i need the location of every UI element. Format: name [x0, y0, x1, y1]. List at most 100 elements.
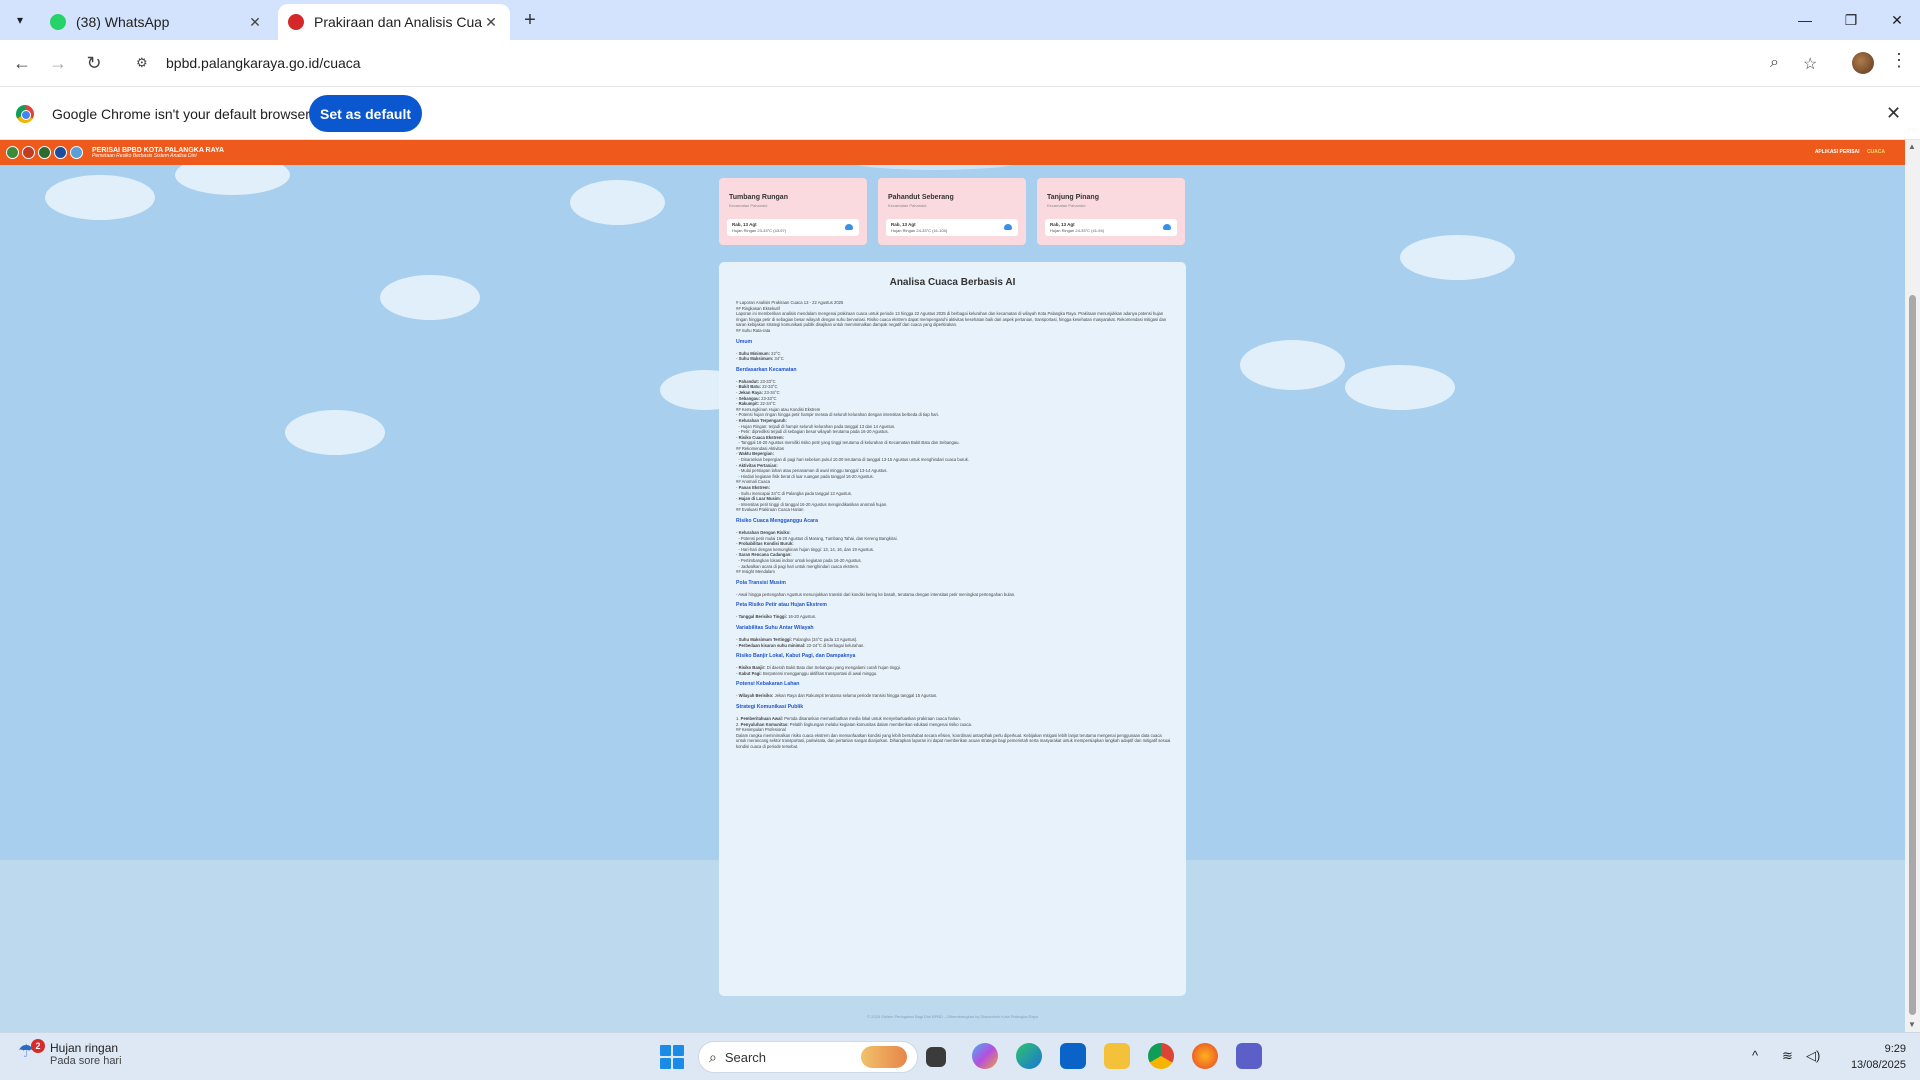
nav-aplikasi-perisai[interactable]: APLIKASI PERISAI — [1815, 149, 1860, 155]
analysis-heading: Variabilitas Suhu Antar Wilayah — [736, 624, 814, 631]
set-as-default-button[interactable]: Set as default — [309, 95, 422, 132]
list-item-text: 23-33°C — [759, 378, 776, 384]
list-item-text: Potensi petir mulai 16-20 Agustus di Mar… — [740, 535, 898, 541]
page-scrollbar[interactable]: ▲ ▼ — [1905, 140, 1920, 1032]
logo-icon — [38, 146, 51, 159]
restore-button[interactable]: ❐ — [1828, 0, 1874, 40]
analysis-paragraph: ## Suhu Rata-rata — [736, 327, 771, 333]
list-item-text: 34°C — [773, 356, 784, 362]
reload-button[interactable]: ↻ — [82, 51, 106, 75]
wifi-icon[interactable]: ≋ — [1782, 1048, 1793, 1064]
list-item-text: Hari-hari dengan kemungkinan hujan tingg… — [740, 546, 875, 552]
address-bar[interactable]: ⚙ bpbd.palangkaraya.go.id/cuaca — [124, 46, 1776, 80]
close-tab-icon[interactable]: ✕ — [482, 13, 500, 31]
edge-icon[interactable] — [1016, 1043, 1042, 1069]
teams-icon[interactable] — [1236, 1043, 1262, 1069]
new-tab-button[interactable]: + — [518, 8, 542, 32]
zoom-icon[interactable]: ⌕ — [1770, 54, 1779, 72]
list-item-text: Pelatih lingkungan melalui kegiatan komu… — [788, 721, 973, 727]
list-item-label: Jekan Raya: — [738, 389, 764, 395]
list-item-text: Mulai persiapan lahan atau penanaman di … — [740, 468, 888, 474]
list-item-text: Intensitas petir tinggi di tanggal 16-20… — [740, 501, 888, 507]
task-view-icon[interactable] — [926, 1047, 946, 1067]
list-item-text: 22-34°C — [759, 401, 776, 407]
analysis-heading: Peta Risiko Petir atau Hujan Ekstrem — [736, 602, 827, 609]
site-footer: © 2025 Sistem Peringatan Bagi Dini BPBD … — [867, 1014, 1038, 1019]
list-item-text: 23-34°C — [763, 389, 780, 395]
list-item-text: Pertimbangkan lokasi indoor untuk kegiat… — [740, 557, 862, 563]
weather-widget[interactable]: ☂ 2 Hujan ringan Pada sore hari — [18, 1039, 122, 1069]
search-highlight-image — [861, 1046, 907, 1068]
file-explorer-icon[interactable] — [1104, 1043, 1130, 1069]
list-item-text: Tanggal 16-20 Agustus memiliki risiko pe… — [740, 440, 960, 446]
close-tab-icon[interactable]: ✕ — [246, 13, 264, 31]
site-header: PERISAI BPBD KOTA PALANGKA RAYA Pemetaan… — [0, 140, 1905, 165]
rain-cloud-icon — [845, 224, 853, 230]
list-item-text: 16-20 Agustus. — [787, 614, 817, 620]
list-item-label: Wilayah Berisiko: — [738, 693, 774, 699]
bpbd-icon — [288, 14, 304, 30]
analysis-heading: Potensi Kebakaran Lahan — [736, 681, 800, 688]
analysis-body: # Laporan Analisis Prakiraan Cuaca 13 - … — [736, 300, 1172, 749]
bookmark-star-icon[interactable]: ☆ — [1803, 54, 1817, 74]
list-item-label: Kabut Pagi: — [738, 670, 762, 676]
logo-icon — [22, 146, 35, 159]
list-item-text: Hujan Ringan: terjadi di hampir seluruh … — [740, 423, 896, 429]
search-placeholder: Search — [724, 1049, 767, 1065]
scroll-up-icon[interactable]: ▲ — [1908, 142, 1916, 151]
logo-icon — [70, 146, 83, 159]
analysis-paragraph: Dalam rangka meminimalkan risiko cuaca e… — [736, 732, 1171, 749]
site-brand[interactable]: PERISAI BPBD KOTA PALANGKA RAYA Pemetaan… — [92, 147, 224, 159]
list-item-label: Probabilitas Kondisi Buruk: — [738, 541, 794, 547]
forecast-date: Rab, 13 Agt — [732, 222, 757, 227]
taskbar: ☂ 2 Hujan ringan Pada sore hari ⌕ Search… — [0, 1032, 1920, 1080]
close-infobar-icon[interactable]: ✕ — [1886, 103, 1901, 124]
list-item-label: Kelurahan Dengan Risiko: — [738, 530, 791, 535]
tab-cuaca[interactable]: Prakiraan dan Analisis Cuaca Ko ✕ — [278, 4, 510, 40]
system-clock[interactable]: 9:29 13/08/2025 — [1836, 1041, 1906, 1073]
list-item-label: Saran Rencana Cadangan: — [738, 552, 792, 558]
card-district: Kecamatan Pahandut — [729, 203, 768, 208]
scrollbar-thumb[interactable] — [1909, 295, 1916, 1015]
site-nav: APLIKASI PERISAI CUACA — [1815, 149, 1885, 155]
back-button[interactable]: ← — [10, 51, 34, 75]
taskbar-search[interactable]: ⌕ Search — [698, 1041, 918, 1073]
copilot-icon[interactable] — [972, 1043, 998, 1069]
tab-whatsapp[interactable]: (38) WhatsApp ✕ — [40, 4, 274, 40]
analysis-heading: Pola Transisi Musim — [736, 579, 786, 586]
firefox-icon[interactable] — [1192, 1043, 1218, 1069]
chrome-taskbar-icon[interactable] — [1148, 1043, 1174, 1069]
card-district: Kecamatan Pahandut — [888, 203, 927, 208]
forecast-date: Rab, 13 Agt — [1050, 222, 1075, 227]
forecast-card[interactable]: Pahandut Seberang Kecamatan Pahandut Rab… — [878, 178, 1026, 245]
ai-analysis-panel: Analisa Cuaca Berbasis AI # Laporan Anal… — [719, 262, 1186, 996]
forecast-weather: Hujan Ringan 24-33°C (41-100) — [891, 228, 948, 233]
outlook-icon[interactable] — [1060, 1043, 1086, 1069]
nav-cuaca[interactable]: CUACA — [1867, 149, 1885, 155]
tab-title: Prakiraan dan Analisis Cuaca Ko — [314, 14, 482, 30]
analysis-list-item: - Suhu Maksimum: 34°C — [736, 356, 1172, 362]
volume-icon[interactable]: ◁) — [1806, 1048, 1820, 1064]
list-item-text: Suhu mencapai 34°C di Palangka pada tang… — [740, 490, 852, 496]
start-button[interactable] — [660, 1045, 684, 1069]
minimize-button[interactable]: — — [1782, 0, 1828, 40]
card-forecast-row: Rab, 13 Agt Hujan Ringan 23-33°C (43-97) — [727, 219, 859, 236]
scroll-down-icon[interactable]: ▼ — [1908, 1020, 1916, 1029]
list-item-label: Bukit Batu: — [738, 384, 761, 390]
tab-search-button[interactable]: ▾ — [8, 8, 32, 32]
menu-kebab-icon[interactable]: ⋮ — [1890, 50, 1908, 71]
close-window-button[interactable]: ✕ — [1874, 0, 1920, 40]
list-item-text: 22-24°C di berbagai kelurahan. — [805, 642, 865, 648]
forecast-card[interactable]: Tanjung Pinang Kecamatan Pahandut Rab, 1… — [1037, 178, 1185, 245]
site-info-icon[interactable]: ⚙ — [136, 55, 154, 71]
forecast-card[interactable]: Tumbang Rungan Kecamatan Pahandut Rab, 1… — [719, 178, 867, 245]
tab-strip: ▾ (38) WhatsApp ✕ Prakiraan dan Analisis… — [0, 0, 1920, 40]
page-viewport: PERISAI BPBD KOTA PALANGKA RAYA Pemetaan… — [0, 140, 1905, 1032]
list-item-text: Di daerah Bukit Batu dan Sebangau yang m… — [765, 665, 901, 671]
tray-chevron-icon[interactable]: ^ — [1752, 1048, 1758, 1063]
list-item-label: Suhu Maksimum Tertinggi: — [738, 636, 792, 642]
profile-avatar[interactable] — [1852, 52, 1874, 74]
forward-button[interactable]: → — [46, 51, 70, 75]
list-item-label: Aktivitas Pertanian: — [738, 462, 778, 468]
browser-toolbar: ← → ↻ ⚙ bpbd.palangkaraya.go.id/cuaca ⌕ … — [0, 40, 1920, 86]
